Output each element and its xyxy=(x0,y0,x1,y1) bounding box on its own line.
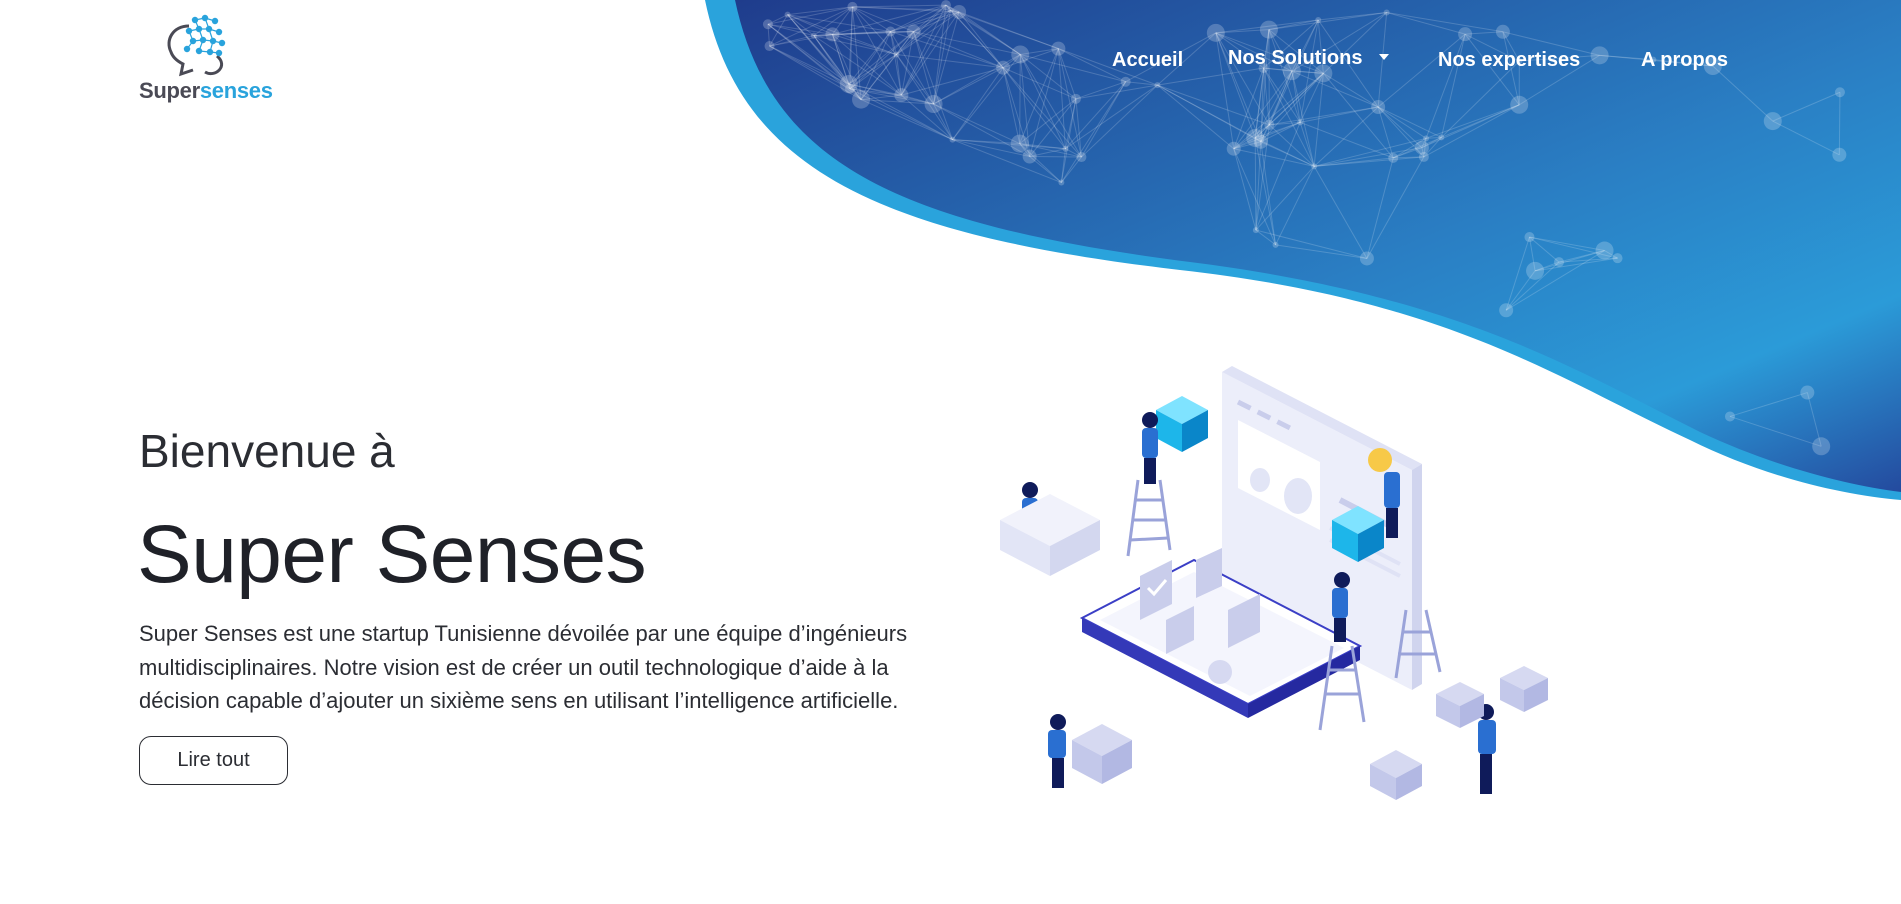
logo-word-part2: senses xyxy=(199,78,273,103)
logo-word-part1: Super xyxy=(139,78,200,103)
nav-item-a-propos[interactable]: A propos xyxy=(1641,49,1728,72)
hero-subtitle: Bienvenue à xyxy=(139,425,395,477)
nav-item-nos-solutions[interactable]: Nos Solutions xyxy=(1228,47,1362,70)
read-more-button[interactable]: Lire tout xyxy=(139,736,288,785)
chevron-down-icon[interactable] xyxy=(1379,54,1389,60)
isometric-team-illustration xyxy=(1000,366,1548,800)
nav-item-nos-expertises[interactable]: Nos expertises xyxy=(1438,49,1580,72)
main-navigation: Accueil Nos Solutions Nos expertises A p… xyxy=(0,46,1901,76)
hero-title: Super Senses xyxy=(137,509,647,600)
logo-wordmark: Supersenses xyxy=(139,78,273,104)
hero-description: Super Senses est une startup Tunisienne … xyxy=(139,621,908,713)
nav-item-accueil[interactable]: Accueil xyxy=(1112,49,1183,72)
